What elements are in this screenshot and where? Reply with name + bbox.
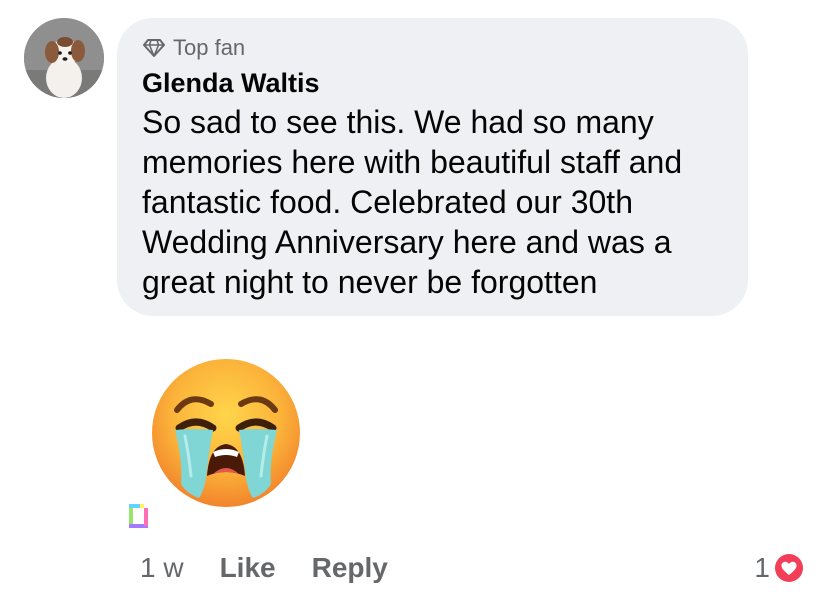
- gif-icon[interactable]: [126, 500, 152, 530]
- comment-page: Top fan Glenda Waltis So sad to see this…: [0, 0, 828, 611]
- top-fan-badge: Top fan: [143, 34, 245, 62]
- diamond-icon: [143, 38, 165, 58]
- comment-text: So sad to see this. We had so many memor…: [142, 104, 683, 300]
- avatar[interactable]: [24, 18, 104, 98]
- author-name[interactable]: Glenda Waltis: [142, 68, 320, 99]
- comment-bubble[interactable]: Top fan Glenda Waltis So sad to see this…: [117, 18, 748, 316]
- dog-photo: [24, 18, 104, 98]
- loudly-crying-face-emoji: [151, 358, 301, 508]
- badge-label: Top fan: [173, 35, 246, 60]
- comment-actions: 1 w Like Reply: [140, 548, 388, 588]
- reaction-summary[interactable]: 1: [754, 548, 806, 588]
- like-button[interactable]: Like: [220, 552, 276, 584]
- love-reaction-icon: [772, 551, 806, 585]
- reply-button[interactable]: Reply: [312, 552, 388, 584]
- timestamp[interactable]: 1 w: [140, 552, 184, 584]
- reaction-count: 1: [754, 552, 770, 583]
